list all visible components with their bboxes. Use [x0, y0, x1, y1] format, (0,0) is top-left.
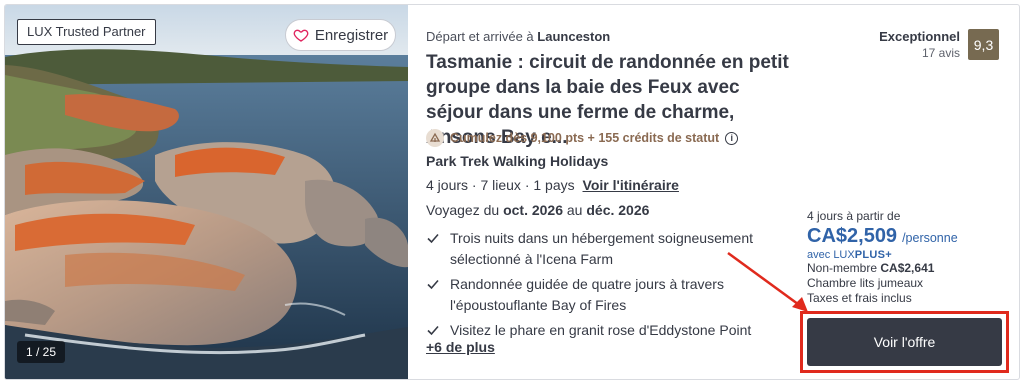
lux-brand: LUX — [833, 249, 855, 261]
trip-facts: 4 jours · 7 lieux · 1 pays Voir l'itinér… — [426, 177, 679, 193]
trusted-partner-badge: LUX Trusted Partner — [17, 19, 156, 45]
room-type: Chambre lits jumeaux — [807, 276, 924, 290]
departure-info: Départ et arrivée à Launceston — [426, 29, 610, 44]
trip-facts-text: 4 jours · 7 lieux · 1 pays — [426, 177, 575, 193]
highlight-text: Visitez le phare en granit rose d'Eddyst… — [450, 322, 752, 338]
nonmember-price: Non-membre CA$2,641 — [807, 261, 1007, 276]
offer-card[interactable]: LUX Trusted Partner Enregistrer 1 / 25 D… — [4, 4, 1020, 380]
travel-to: déc. 2026 — [586, 202, 650, 218]
photo-counter: 1 / 25 — [17, 341, 66, 363]
price-block: 4 jours à partir de CA$2,509 /personne a… — [807, 209, 1007, 306]
more-highlights-link[interactable]: +6 de plus — [426, 339, 495, 355]
price-amount: CA$2,509 — [807, 225, 898, 247]
save-button[interactable]: Enregistrer — [285, 19, 396, 51]
operator-name: Park Trek Walking Holidays — [426, 153, 609, 169]
points-text: Cumulez dès 9,100 pts + 155 crédits de s… — [450, 131, 720, 145]
save-label: Enregistrer — [314, 26, 389, 44]
points-coin-icon — [426, 129, 444, 147]
offer-details: Départ et arrivée à Launceston Tasmanie … — [426, 5, 1019, 379]
highlights-list: Trois nuits dans un hébergement soigneus… — [426, 228, 771, 345]
travel-prefix: Voyagez du — [426, 202, 500, 218]
departure-city: Launceston — [537, 29, 611, 44]
departure-prefix: Départ et arrivée à — [426, 29, 534, 44]
info-icon[interactable]: i — [725, 131, 739, 145]
check-icon — [427, 233, 439, 244]
travel-from: oct. 2026 — [503, 202, 563, 218]
highlight-item: Visitez le phare en granit rose d'Eddyst… — [426, 320, 771, 341]
check-icon — [427, 325, 439, 336]
nonmember-amount: CA$2,641 — [880, 261, 935, 275]
lux-plus-label: avec LUXPLUS+ — [807, 249, 1007, 261]
review-count: 17 avis — [921, 46, 960, 60]
lux-prefix: avec — [807, 249, 831, 261]
rating-label: Exceptionnel — [879, 29, 960, 44]
itinerary-link[interactable]: Voir l'itinéraire — [583, 177, 679, 193]
heart-icon — [293, 29, 309, 42]
rating-score-badge: 9,3 — [968, 29, 999, 60]
highlight-item: Randonnée guidée de quatre jours à trave… — [426, 274, 771, 316]
offer-photo[interactable]: LUX Trusted Partner Enregistrer 1 / 25 — [5, 5, 408, 379]
lux-plus-mark: PLUS+ — [854, 249, 892, 261]
travel-mid: au — [566, 202, 583, 218]
check-icon — [427, 279, 439, 290]
rating-block[interactable]: Exceptionnel 17 avis 9,3 — [879, 29, 999, 61]
loyalty-points: Cumulez dès 9,100 pts + 155 crédits de s… — [426, 129, 739, 147]
price-from-label: 4 jours à partir de — [807, 209, 901, 223]
highlight-item: Trois nuits dans un hébergement soigneus… — [426, 228, 771, 270]
price-amount-row: CA$2,509 /personne — [807, 225, 1007, 248]
view-offer-button[interactable]: Voir l'offre — [807, 318, 1002, 366]
nonmember-label: Non-membre — [807, 261, 878, 275]
taxes-note: Taxes et frais inclus — [807, 291, 912, 305]
coastline-photo — [5, 5, 408, 379]
cta-highlight-box: Voir l'offre — [800, 311, 1009, 373]
rating-text: Exceptionnel 17 avis — [879, 29, 960, 61]
price-per: /personne — [902, 231, 958, 245]
travel-dates: Voyagez du oct. 2026 au déc. 2026 — [426, 202, 649, 218]
